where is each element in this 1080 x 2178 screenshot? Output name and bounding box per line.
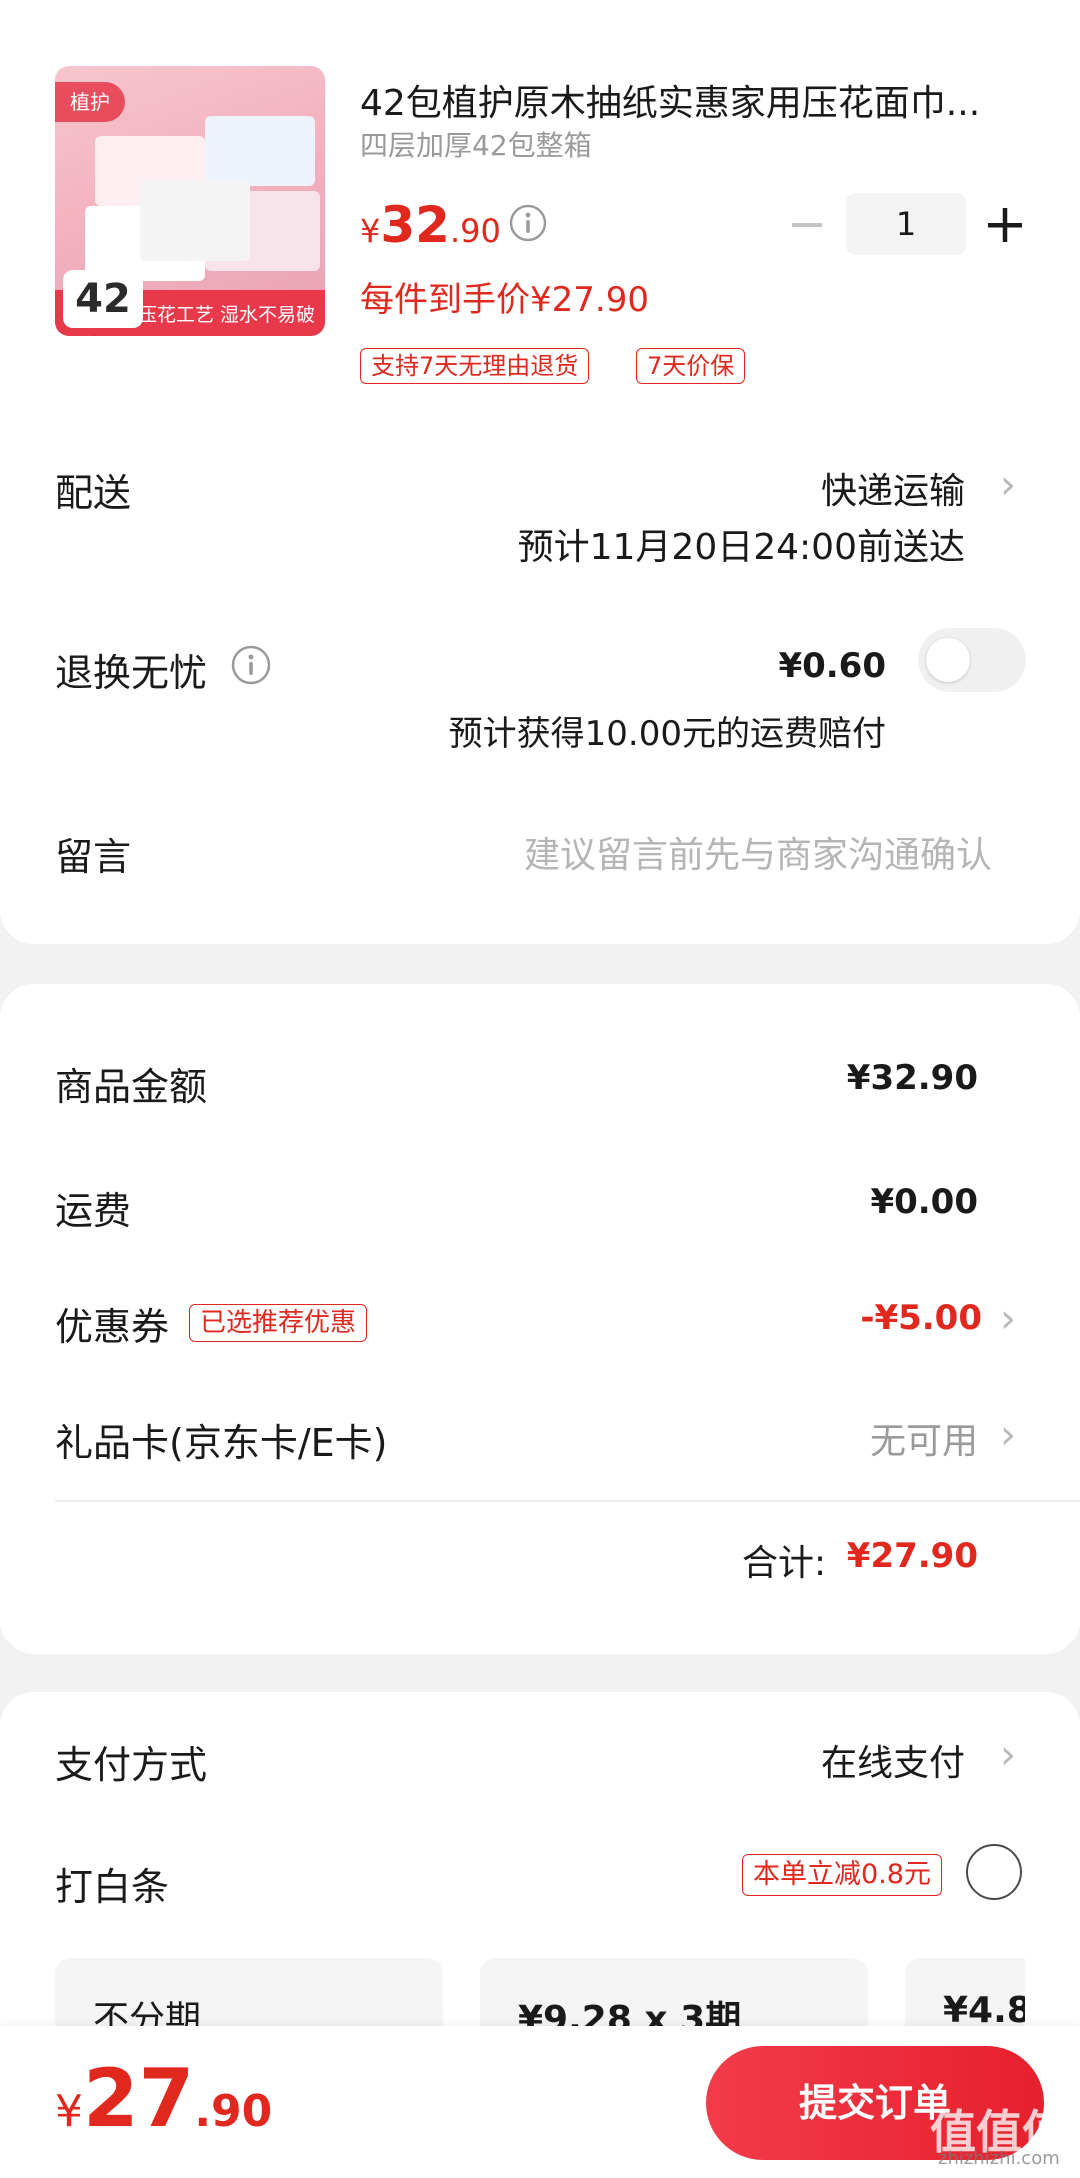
price-summary-card: 商品金额 ¥32.90 运费 ¥0.00 优惠券 已选推荐优惠 -¥5.00 ›… — [0, 984, 1080, 1654]
price-info-icon[interactable] — [508, 203, 548, 243]
payment-chevron-icon[interactable]: › — [1000, 1732, 1016, 1778]
coupon-chevron-icon[interactable]: › — [1000, 1296, 1016, 1342]
shipping-value: ¥0.00 — [870, 1182, 978, 1222]
total-label: 合计: — [742, 1543, 827, 1584]
giftcard-label: 礼品卡(京东卡/E卡) — [55, 1421, 388, 1465]
watermark-url: zhizhizhi.com — [938, 2148, 1060, 2169]
price-protect-tag: 7天价保 — [636, 348, 746, 384]
giftcard-chevron-icon[interactable]: › — [1000, 1412, 1016, 1458]
return-insurance-price: ¥0.60 — [778, 646, 886, 686]
minus-icon[interactable] — [790, 208, 824, 242]
installment-label: ¥4.8 — [943, 1990, 1025, 2031]
pack-count-badge: 42包 — [63, 270, 143, 336]
return-policy-tag: 支持7天无理由退货 — [360, 348, 590, 384]
toggle-knob — [926, 638, 970, 682]
shipping-label: 运费 — [55, 1189, 132, 1233]
product-price: ¥32.90 — [360, 196, 501, 254]
baitiao-label: 打白条 — [55, 1865, 170, 1909]
coupon-label: 优惠券 — [55, 1305, 170, 1349]
return-insurance-note: 预计获得10.00元的运费赔付 — [448, 714, 886, 754]
unit-price: 每件到手价¥27.90 — [360, 280, 649, 320]
baitiao-discount-badge: 本单立减0.8元 — [742, 1854, 942, 1896]
baitiao-radio[interactable] — [966, 1844, 1022, 1900]
goods-amount-label: 商品金额 — [55, 1065, 208, 1109]
message-input[interactable]: 建议留言前先与商家沟通确认 — [524, 826, 992, 878]
return-insurance-label: 退换无忧 — [55, 651, 208, 695]
product-thumbnail[interactable]: 植护 压花工艺 湿水不易破 42包 — [55, 66, 325, 336]
payment-method-label: 支付方式 — [55, 1743, 208, 1787]
giftcard-value[interactable]: 无可用 — [870, 1412, 978, 1464]
order-item-card: 植护 压花工艺 湿水不易破 42包 42包植护原木抽纸实惠家用压花面巾... 四… — [0, 0, 1080, 944]
total-value: ¥27.90 — [846, 1536, 978, 1576]
footer-total: ¥27.90 — [55, 2052, 273, 2145]
delivery-label: 配送 — [55, 471, 132, 515]
goods-amount-value: ¥32.90 — [846, 1058, 978, 1098]
coupon-value[interactable]: -¥5.00 — [860, 1298, 982, 1338]
brand-logo: 植护 — [55, 82, 125, 122]
summary-divider — [55, 1500, 1080, 1502]
return-insurance-toggle[interactable] — [918, 628, 1026, 692]
product-title[interactable]: 42包植护原木抽纸实惠家用压花面巾... — [360, 74, 1040, 126]
payment-method-value[interactable]: 在线支付 — [821, 1734, 965, 1786]
message-label: 留言 — [55, 835, 132, 879]
coupon-badge: 已选推荐优惠 — [189, 1304, 368, 1342]
insurance-info-icon[interactable] — [230, 644, 272, 686]
delivery-method[interactable]: 快递运输 — [821, 462, 965, 514]
product-spec: 四层加厚42包整箱 — [360, 129, 592, 162]
plus-icon[interactable] — [986, 206, 1024, 244]
delivery-eta: 预计11月20日24:00前送达 — [517, 527, 965, 568]
quantity-input[interactable]: 1 — [846, 193, 966, 255]
delivery-chevron-icon[interactable]: › — [1000, 462, 1016, 508]
